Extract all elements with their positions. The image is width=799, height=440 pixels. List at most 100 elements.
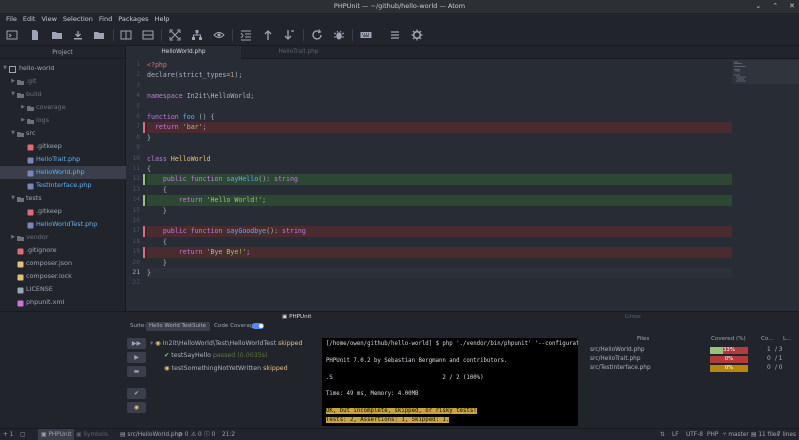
maximize-button[interactable]: ⌃: [772, 0, 778, 13]
code-line[interactable]: <?php: [147, 60, 732, 70]
settings-icon[interactable]: [411, 29, 423, 41]
git-files[interactable]: ▤ 11 files: [751, 429, 779, 440]
file-path[interactable]: ▤ src/HelloWorld.php: [120, 429, 182, 440]
tree-folder[interactable]: ▼ src: [0, 127, 126, 140]
code-line[interactable]: declare(strict_types=1);: [147, 70, 732, 80]
code-line[interactable]: return 'bar';: [147, 122, 732, 133]
show-passed-button[interactable]: ✔: [127, 388, 146, 399]
tree-file[interactable]: .gitkeep: [0, 140, 126, 153]
menu-help[interactable]: Help: [152, 13, 173, 25]
tree-view-header[interactable]: Project: [0, 46, 125, 59]
bug-icon[interactable]: [333, 29, 345, 41]
menu-selection[interactable]: Selection: [60, 13, 96, 25]
terminal-icon[interactable]: [6, 29, 18, 41]
tree-folder[interactable]: ▶ coverage: [0, 101, 126, 114]
terminal-count[interactable]: + 1: [3, 429, 13, 440]
code-line[interactable]: class HelloWorld: [147, 154, 732, 164]
tree-folder[interactable]: ▶ vendor: [0, 231, 126, 244]
tab-hellotrait-php[interactable]: HelloTrait.php: [241, 46, 356, 59]
tree-file[interactable]: LICENSE: [0, 283, 126, 296]
tree-file[interactable]: phpunit.xml: [0, 296, 126, 309]
refresh-icon[interactable]: [311, 29, 323, 41]
suite-select[interactable]: Hello World TestSuite: [146, 322, 210, 331]
code-line[interactable]: public function sayGoodbye(): string: [147, 226, 732, 237]
eye-icon[interactable]: [213, 29, 225, 41]
show-skipped-button[interactable]: ◉: [127, 402, 146, 413]
keyboard-icon[interactable]: [360, 29, 372, 41]
code-line[interactable]: }: [147, 268, 732, 279]
save-icon[interactable]: [72, 29, 84, 41]
sync-icon[interactable]: ⇅: [660, 429, 665, 440]
sitemap-icon[interactable]: [191, 29, 203, 41]
linter-errors[interactable]: ⊘ 0: [178, 429, 188, 440]
list-icon[interactable]: [389, 29, 401, 41]
git-pull-icon[interactable]: [284, 29, 296, 41]
split-horizontal-icon[interactable]: [142, 29, 154, 41]
code-line[interactable]: function foo () {: [147, 112, 732, 122]
line-ending[interactable]: LF: [672, 429, 679, 440]
split-vertical-icon[interactable]: [120, 29, 132, 41]
clear-button[interactable]: ▬: [127, 366, 146, 377]
test-case-node[interactable]: ◉ testSomethingNotYetWritten skipped: [164, 363, 288, 375]
code-editor[interactable]: 1 2 3 4 5 6 7 8 9 10 11 12 13 14 15 16 17 18 19 20 21 22 <?ph…: [126, 59, 732, 311]
coverage-row[interactable]: src/HelloTrait.php 0% 0 / 1: [585, 355, 799, 364]
open-folder-icon[interactable]: [51, 29, 63, 41]
code-line[interactable]: [147, 278, 732, 288]
col-covered[interactable]: Covered (%): [711, 335, 746, 344]
code-line[interactable]: [147, 81, 732, 91]
code-line[interactable]: return 'Bye Bye!';: [147, 247, 732, 258]
code-line[interactable]: }: [147, 258, 732, 268]
menu-view[interactable]: View: [38, 13, 59, 25]
test-case-node[interactable]: ✔ testSayHello passed (0.0035s): [164, 350, 267, 362]
tree-folder[interactable]: ▼ build: [0, 88, 126, 101]
fullscreen-icon[interactable]: [169, 29, 181, 41]
git-branch[interactable]: ⑂ master: [723, 429, 749, 440]
menu-find[interactable]: Find: [96, 13, 115, 25]
tree-folder[interactable]: ▶ .git: [0, 75, 126, 88]
tree-root[interactable]: ▼ hello-world: [0, 62, 126, 75]
tree-file[interactable]: TestInterface.php: [0, 179, 126, 192]
close-button[interactable]: ✕: [789, 0, 795, 13]
git-stats[interactable]: 7 lines: [777, 429, 796, 440]
col-lines[interactable]: L...: [783, 335, 791, 344]
bookmark-icon[interactable]: ▢: [20, 429, 25, 440]
minimize-button[interactable]: ⌄: [755, 0, 761, 13]
test-output-terminal[interactable]: [/home/owen/github/hello-world] $ php '.…: [322, 338, 578, 426]
code-line[interactable]: }: [147, 206, 732, 216]
test-suite-node[interactable]: ▾ ◉ In2it\HelloWorld\Test\HelloWorldTest…: [150, 338, 302, 350]
linter-warnings[interactable]: ⚠ 0: [191, 429, 202, 440]
grammar[interactable]: PHP: [707, 429, 718, 440]
indent-icon[interactable]: [240, 29, 252, 41]
code-line[interactable]: {: [147, 237, 732, 247]
tree-file[interactable]: composer.json: [0, 257, 126, 270]
code-line[interactable]: [147, 102, 732, 112]
minimap[interactable]: [732, 59, 799, 311]
code-line[interactable]: namespace In2it\HelloWorld;: [147, 91, 732, 101]
tree-file[interactable]: HelloWorldTest.php: [0, 218, 126, 231]
coverage-row[interactable]: src/HelloWorld.php 33% 1 / 3: [585, 346, 799, 355]
linter-infos[interactable]: ⓘ 0: [204, 429, 215, 440]
tree-file[interactable]: HelloTrait.php: [0, 153, 126, 166]
col-files[interactable]: Files: [637, 335, 649, 344]
run-all-button[interactable]: ▶▶: [127, 338, 146, 349]
code-line[interactable]: public function sayHello(): string: [147, 174, 732, 185]
cursor-position[interactable]: 21:2: [222, 429, 235, 440]
coverage-row[interactable]: src/TestInterface.php 0% 0 / 0: [585, 364, 799, 373]
tree-file[interactable]: HelloWorld.php: [0, 166, 126, 179]
code-line[interactable]: [147, 143, 732, 153]
tree-file[interactable]: composer.lock: [0, 270, 126, 283]
git-push-icon[interactable]: [262, 29, 274, 41]
tree-file[interactable]: .gitignore: [0, 244, 126, 257]
code-line[interactable]: [147, 216, 732, 226]
code-line[interactable]: {: [147, 185, 732, 195]
encoding[interactable]: UTF-8: [686, 429, 703, 440]
menu-edit[interactable]: Edit: [20, 13, 39, 25]
new-file-icon[interactable]: [29, 29, 41, 41]
symbols-status-tab[interactable]: ▣ Symbols: [76, 429, 108, 440]
phpunit-status-tab[interactable]: ▣ PHPUnit: [38, 429, 75, 440]
code-line[interactable]: return 'Hello World!';: [147, 195, 732, 206]
menu-packages[interactable]: Packages: [115, 13, 151, 25]
tree-folder[interactable]: ▼ tests: [0, 192, 126, 205]
tree-folder[interactable]: ▶ logs: [0, 114, 126, 127]
col-covered-lines[interactable]: Co...: [761, 335, 774, 344]
